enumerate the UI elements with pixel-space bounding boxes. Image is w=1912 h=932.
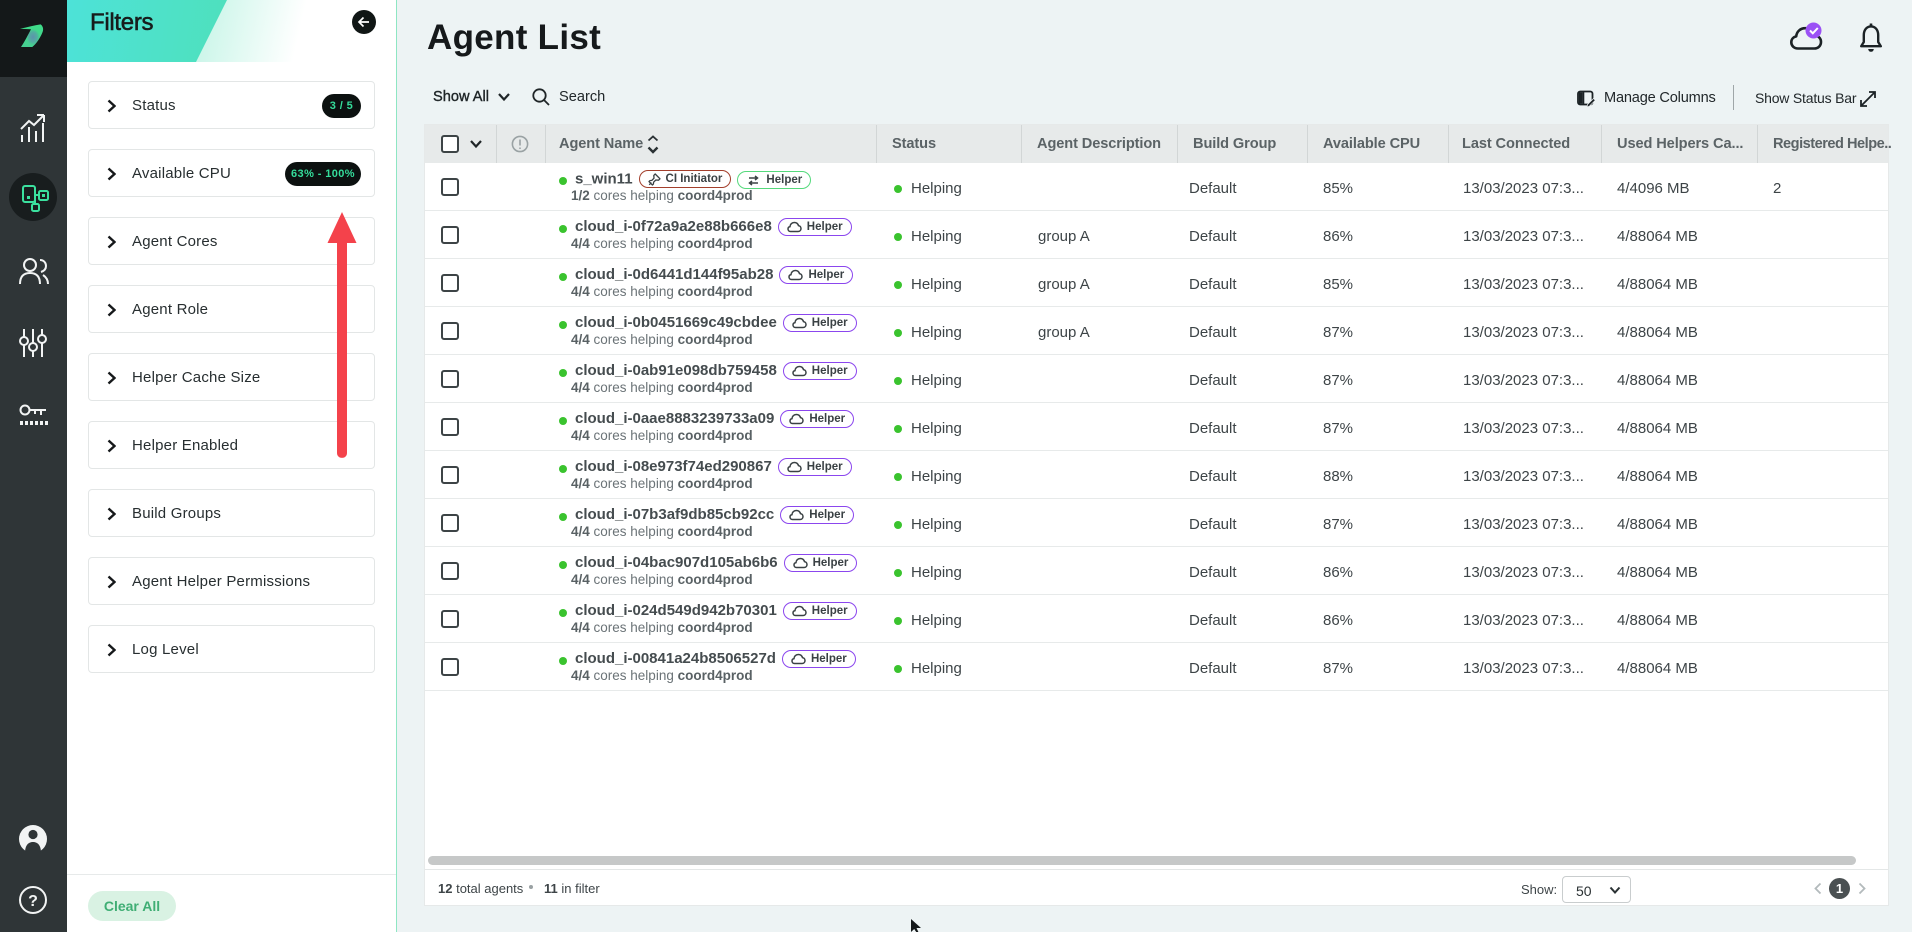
svg-text:?: ?	[28, 893, 38, 910]
